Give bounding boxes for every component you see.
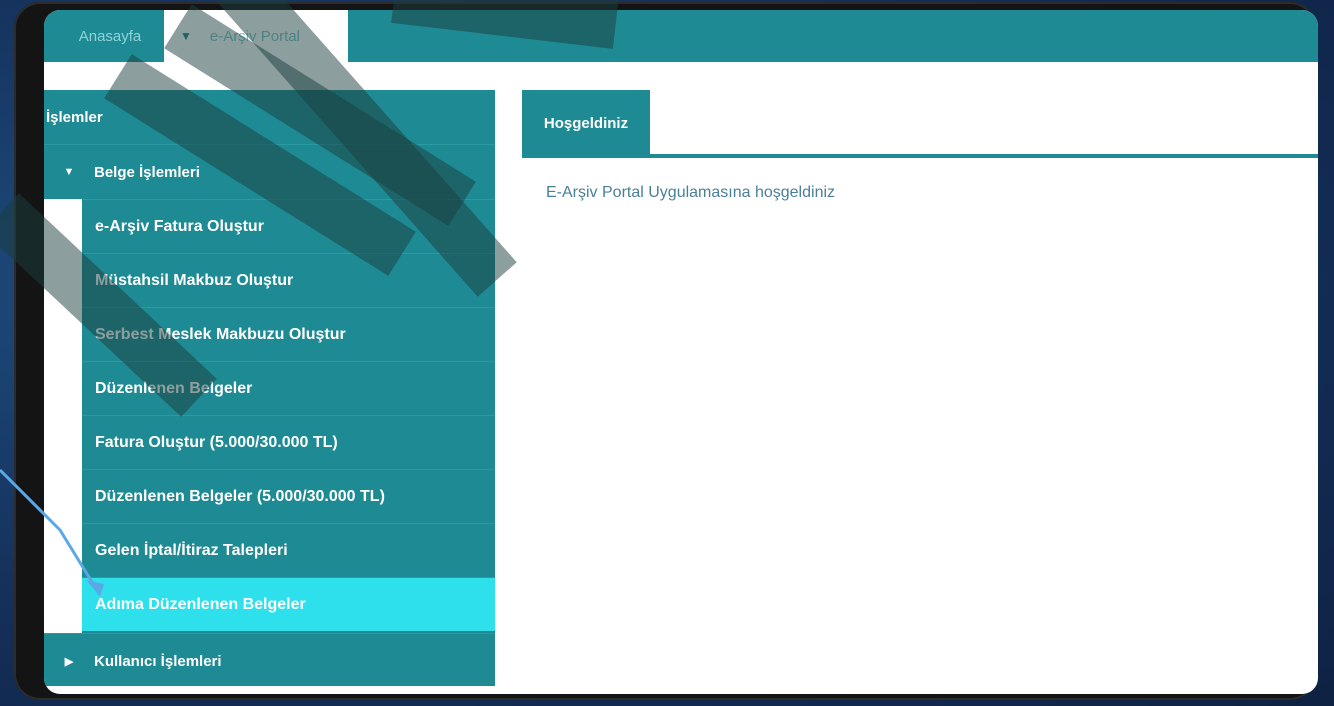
sidebar-item-label: Adıma Düzenlenen Belgeler (95, 595, 306, 613)
tab-underline (522, 154, 1318, 158)
sidebar-item-label: Gelen İptal/İtiraz Talepleri (95, 541, 288, 559)
sidebar-item-label: Düzenlenen Belgeler (95, 379, 253, 397)
sidebar-item-label: Fatura Oluştur (5.000/30.000 TL) (95, 433, 338, 451)
sidebar-submenu: e-Arşiv Fatura Oluştur Müstahsil Makbuz … (44, 199, 495, 633)
sidebar-item-serbest-meslek-makbuzu-olustur[interactable]: Serbest Meslek Makbuzu Oluştur (82, 307, 495, 361)
tab-e-arsiv-portal-label: e-Arşiv Portal (209, 27, 300, 45)
sidebar-item-duzenlenen-belgeler-5000[interactable]: Düzenlenen Belgeler (5.000/30.000 TL) (82, 469, 495, 523)
sidebar-group-label: Belge İşlemleri (94, 163, 200, 181)
sidebar-item-adima-duzenlenen-belgeler[interactable]: Adıma Düzenlenen Belgeler (82, 577, 495, 631)
tab-anasayfa-label: Anasayfa (78, 27, 142, 45)
tab-hosgeldiniz-label: Hoşgeldiniz (543, 114, 629, 132)
sidebar-title: İşlemler (46, 108, 103, 126)
tab-e-arsiv-portal[interactable]: ▼ e-Arşiv Portal (164, 10, 348, 62)
sidebar-item-label: Düzenlenen Belgeler (5.000/30.000 TL) (95, 487, 385, 505)
tab-hosgeldiniz[interactable]: Hoşgeldiniz (522, 90, 650, 156)
sidebar-item-mustahsil-makbuz-olustur[interactable]: Müstahsil Makbuz Oluştur (82, 253, 495, 307)
sidebar-item-fatura-olustur-5000[interactable]: Fatura Oluştur (5.000/30.000 TL) (82, 415, 495, 469)
tab-anasayfa[interactable]: Anasayfa (58, 10, 162, 62)
caret-down-icon: ▼ (180, 29, 192, 43)
sidebar-group-label: Kullanıcı İşlemleri (94, 652, 222, 670)
sidebar-group-kullanici-islemleri[interactable]: ▶ Kullanıcı İşlemleri (44, 633, 495, 688)
app-screen: Anasayfa ▼ e-Arşiv Portal İşlemler ▼ Bel… (44, 10, 1318, 694)
sidebar-item-label: e-Arşiv Fatura Oluştur (95, 217, 264, 235)
sidebar-header: İşlemler (44, 90, 495, 144)
sidebar: İşlemler ▼ Belge İşlemleri e-Arşiv Fatur… (44, 90, 495, 686)
sidebar-item-label: Müstahsil Makbuz Oluştur (95, 271, 294, 289)
top-nav-bar: Anasayfa ▼ e-Arşiv Portal (44, 10, 1318, 62)
sidebar-item-label: Serbest Meslek Makbuzu Oluştur (95, 325, 346, 343)
submenu-gutter (44, 199, 82, 633)
device-frame: Anasayfa ▼ e-Arşiv Portal İşlemler ▼ Bel… (14, 2, 1318, 700)
caret-down-icon: ▼ (63, 166, 75, 178)
sidebar-item-gelen-iptal-itiraz-talepleri[interactable]: Gelen İptal/İtiraz Talepleri (82, 523, 495, 577)
caret-right-icon: ▶ (64, 655, 74, 668)
welcome-message: E-Arşiv Portal Uygulamasına hoşgeldiniz (546, 184, 836, 201)
sidebar-item-e-arsiv-fatura-olustur[interactable]: e-Arşiv Fatura Oluştur (82, 199, 495, 253)
submenu-items: e-Arşiv Fatura Oluştur Müstahsil Makbuz … (82, 199, 495, 631)
sidebar-item-duzenlenen-belgeler[interactable]: Düzenlenen Belgeler (82, 361, 495, 415)
sidebar-group-belge-islemleri[interactable]: ▼ Belge İşlemleri (44, 144, 495, 199)
